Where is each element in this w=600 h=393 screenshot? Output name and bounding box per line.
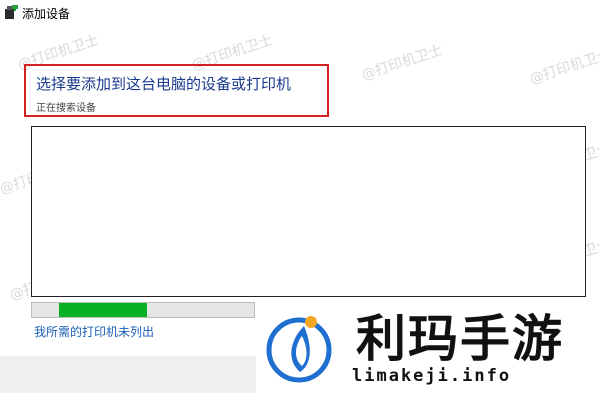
watermark: @打印机卫士 (359, 42, 445, 84)
watermark: @打印机卫士 (527, 46, 600, 88)
logo-domain: limakeji.info (352, 366, 512, 386)
search-progress-fill (58, 303, 148, 317)
page-title: 选择要添加到这台电脑的设备或打印机 (36, 75, 292, 93)
printer-add-icon (5, 5, 18, 19)
title-bar: 添加设备 (0, 0, 600, 26)
search-progress-bar (31, 302, 255, 318)
logo-overlay: 利玛手游 limakeji.info (256, 300, 600, 393)
logo-name: 利玛手游 (356, 310, 564, 368)
limakeji-logo (266, 316, 332, 383)
printer-not-listed-link[interactable]: 我所需的打印机未列出 (34, 323, 154, 340)
add-device-window: 添加设备 @打印机卫士 @打印机卫士 @打印机卫士 @打印机卫士 @打印机卫士 … (0, 0, 600, 393)
search-status: 正在搜索设备 (36, 103, 96, 114)
header-highlight: 选择要添加到这台电脑的设备或打印机 正在搜索设备 (24, 64, 329, 117)
dialog-footer (0, 356, 256, 393)
window-title: 添加设备 (22, 7, 71, 21)
device-list[interactable] (31, 126, 586, 297)
